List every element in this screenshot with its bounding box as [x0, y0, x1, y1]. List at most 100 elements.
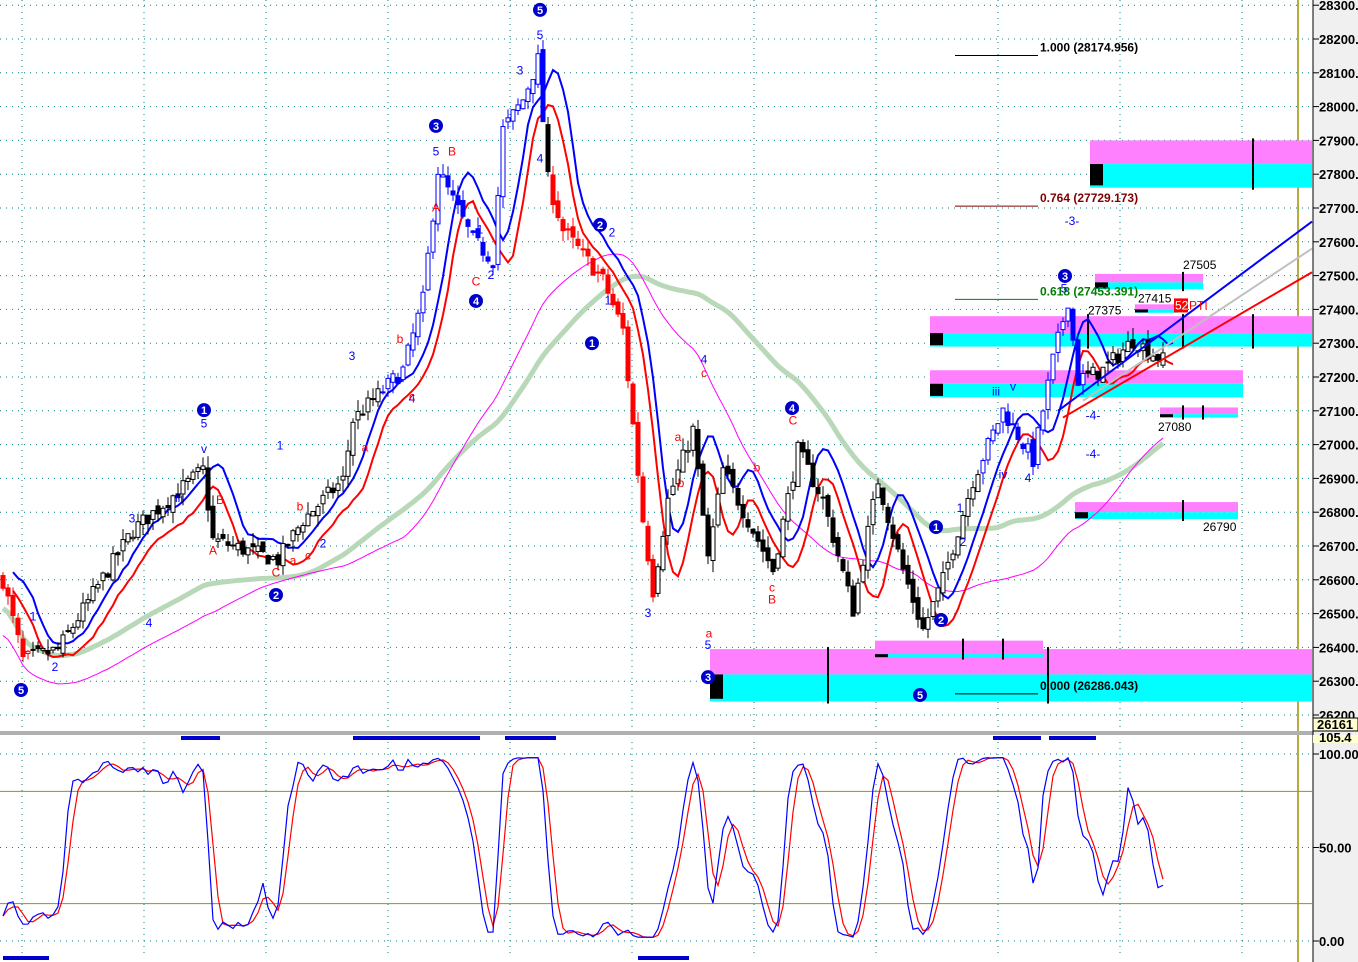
- candle-body: [500, 126, 506, 198]
- candle-body: [20, 638, 26, 658]
- candle-body: [200, 465, 206, 470]
- candle-body: [290, 530, 296, 542]
- wave-label: 1: [277, 439, 284, 453]
- candle-body: [40, 647, 46, 651]
- candle-body: [370, 398, 376, 401]
- candle-body: [445, 175, 451, 188]
- candle-body: [75, 620, 81, 628]
- candle-body: [790, 481, 796, 491]
- candle-body: [1090, 366, 1096, 376]
- candle-body: [480, 241, 486, 256]
- candle-body: [915, 597, 921, 620]
- candle-body: [145, 514, 151, 525]
- candle-body: [925, 617, 931, 630]
- candle-body: [415, 312, 421, 338]
- candle-body: [50, 646, 56, 651]
- candle-body: [690, 425, 696, 451]
- candle-body: [185, 477, 191, 482]
- candle-body: [125, 533, 131, 543]
- candle-body: [945, 561, 951, 570]
- candle-body: [995, 423, 1001, 434]
- candle-body: [1000, 407, 1006, 423]
- wave-circle-label: 2: [938, 615, 944, 627]
- candle-body: [425, 252, 431, 291]
- wave-label: C: [472, 275, 481, 289]
- candle-body: [455, 195, 461, 206]
- candle-body: [940, 572, 946, 594]
- zone-marker: [930, 333, 943, 346]
- wave-label: -4-: [1086, 408, 1101, 422]
- candle-body: [685, 450, 691, 453]
- candle-body: [70, 626, 76, 634]
- candle-body: [835, 536, 841, 557]
- price-axis[interactable]: 28300. 28200. 28100. 28000. 27900. 27800. 2770…: [1312, 0, 1358, 962]
- candle-body: [765, 547, 771, 562]
- candle-body: [670, 485, 676, 495]
- candle-body: [855, 582, 861, 614]
- candle-body: [1065, 307, 1071, 322]
- candle-body: [1020, 443, 1026, 450]
- candle-body: [880, 487, 886, 505]
- candle-body: [0, 575, 6, 589]
- candle-body: [535, 53, 541, 85]
- axis-tick-label: 27200.: [1319, 370, 1358, 385]
- wave-label: b: [397, 332, 404, 346]
- price-label: 27080: [1158, 420, 1192, 434]
- wave-label: -3-: [1065, 214, 1080, 228]
- zone-upper: [1160, 407, 1238, 415]
- candle-body: [255, 545, 261, 553]
- candle-body: [990, 429, 996, 442]
- candle-body: [740, 503, 746, 519]
- candle-body: [510, 109, 516, 122]
- candle-body: [635, 421, 641, 476]
- candle-body: [890, 524, 896, 539]
- candle-body: [910, 578, 916, 603]
- fib-label: 0.000 (26286.043): [1040, 679, 1138, 693]
- candle-body: [55, 646, 61, 650]
- candle-body: [625, 326, 631, 382]
- candle-body: [360, 413, 366, 416]
- candle-body: [605, 274, 611, 294]
- wave-label: 4: [537, 151, 544, 165]
- candle-body: [1125, 340, 1131, 353]
- candle-body: [590, 258, 596, 276]
- axis-tick-label: 27100.: [1319, 404, 1358, 419]
- candle-body: [65, 630, 71, 633]
- candle-body: [780, 518, 786, 558]
- wave-label: 2: [609, 226, 616, 240]
- zone-upper: [875, 640, 1043, 655]
- candle-body: [140, 514, 146, 525]
- candle-body: [820, 496, 826, 499]
- candle-body: [580, 248, 586, 251]
- axis-tick-label: 28200.: [1319, 32, 1358, 47]
- wave-label: C: [789, 413, 798, 427]
- candle-body: [885, 506, 891, 523]
- candle-body: [520, 99, 526, 110]
- candle-body: [320, 494, 326, 505]
- candle-body: [770, 558, 776, 573]
- candle-body: [1050, 353, 1056, 381]
- axis-tick-label: 28100.: [1319, 66, 1358, 81]
- candle-body: [705, 514, 711, 557]
- candle-body: [1015, 426, 1021, 440]
- candle-body: [540, 49, 546, 123]
- candle-body: [775, 553, 781, 569]
- candle-body: [645, 525, 651, 562]
- zone-upper: [1090, 140, 1312, 165]
- candle-body: [610, 293, 616, 306]
- candle-body: [865, 525, 871, 571]
- candle-body: [1110, 352, 1116, 361]
- candle-body: [735, 487, 741, 506]
- candle-body: [440, 174, 446, 178]
- wave-label: 3: [517, 63, 524, 77]
- candle-body: [965, 497, 971, 517]
- axis-tick-label: 26700.: [1319, 539, 1358, 554]
- candle-body: [275, 554, 281, 566]
- axis-tick-label: 27600.: [1319, 235, 1358, 250]
- candle-body: [340, 475, 346, 481]
- candle-body: [595, 271, 601, 274]
- zone-marker: [1135, 309, 1148, 313]
- candle-body: [515, 104, 521, 111]
- candle-body: [310, 510, 316, 517]
- wave-label: iv: [999, 467, 1008, 481]
